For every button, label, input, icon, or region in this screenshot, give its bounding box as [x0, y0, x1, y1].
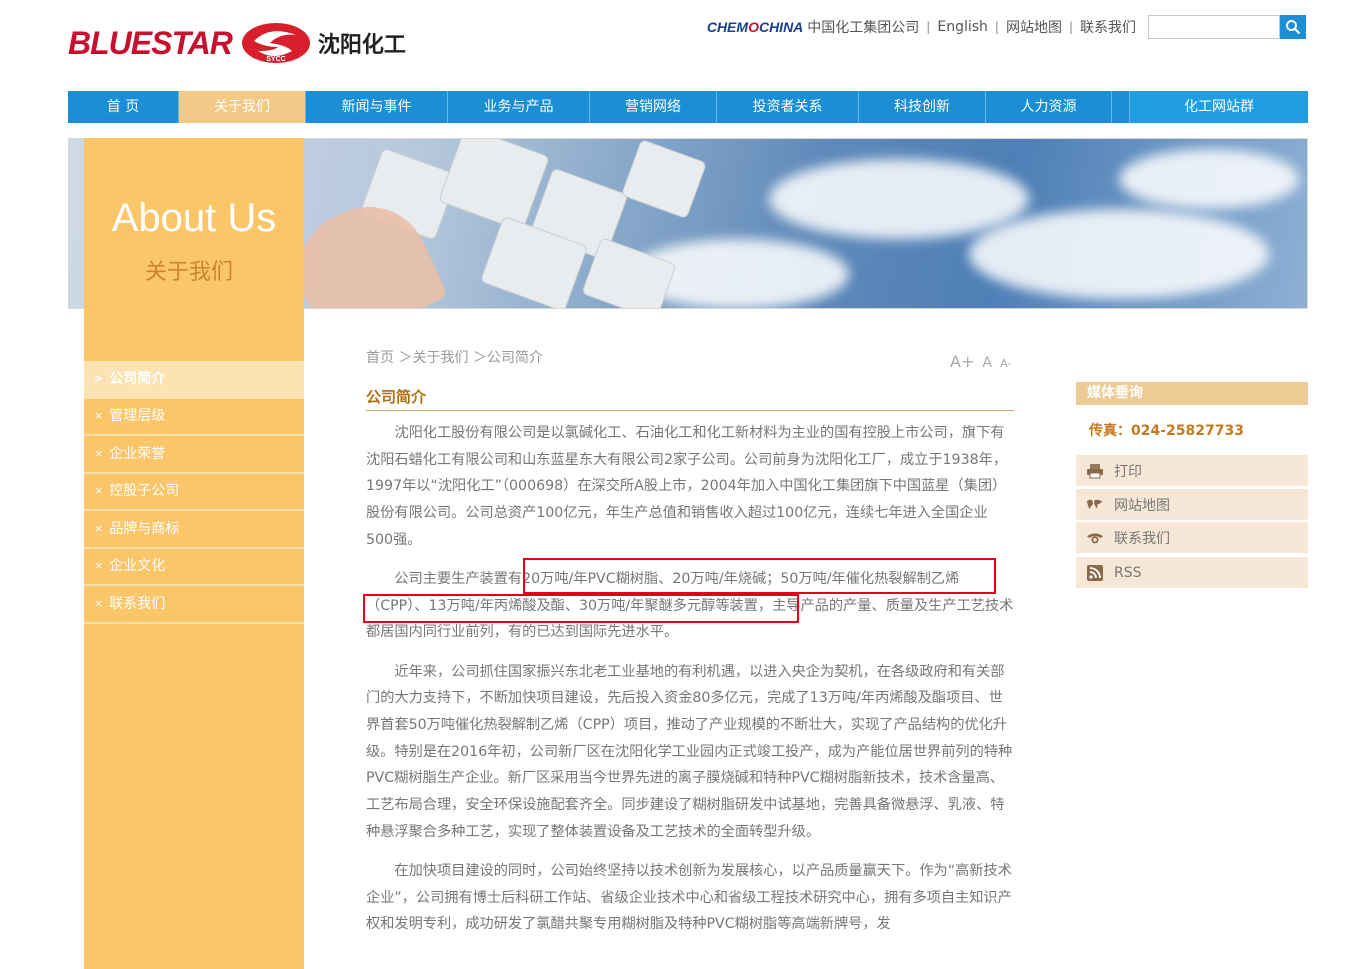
nav-home[interactable]: 首 页 — [68, 91, 179, 123]
main-nav: 首 页 关于我们 新闻与事件 业务与产品 营销网络 投资者关系 科技创新 人力资… — [68, 91, 1308, 123]
search-button[interactable] — [1280, 15, 1306, 39]
side-item-subsidiaries[interactable]: × 控股子公司 — [84, 474, 304, 511]
search-box — [1148, 15, 1306, 39]
breadcrumb[interactable]: 首页 ＞关于我们 ＞公司简介 — [366, 347, 543, 367]
side-item-label: 控股子公司 — [109, 483, 180, 500]
side-menu: > 公司简介 × 管理层级 × 企业荣誉 × 控股子公司 × 品牌与商标 × 企业文化 × 联… — [84, 361, 304, 624]
link-english[interactable]: English — [937, 19, 988, 35]
section-title: 公司简介 — [366, 386, 1014, 411]
nav-marketing[interactable]: 营销网络 — [590, 91, 717, 123]
font-increase-button[interactable]: A+ — [950, 352, 974, 371]
company-name-cn: 沈阳化工 — [317, 33, 406, 58]
side-item-label: 企业荣誉 — [109, 445, 166, 462]
link-contact[interactable]: 联系我们 — [1080, 17, 1136, 37]
rss-link[interactable]: RSS — [1076, 557, 1308, 588]
nav-sites[interactable]: 化工网站群 — [1130, 91, 1308, 123]
paragraph: 公司主要生产装置有20万吨/年PVC糊树脂、20万吨/年烧碱；50万吨/年催化热… — [366, 571, 1014, 641]
sycc-logo-icon: SYCC — [241, 23, 310, 63]
side-item-brands[interactable]: × 品牌与商标 — [84, 511, 304, 549]
nav-hr[interactable]: 人力资源 — [986, 91, 1112, 123]
media-inquiry-title: 媒体垂询 — [1076, 382, 1308, 405]
top-links: CHEMOCHINA 中国化工集团公司 | English | 网站地图 | 联… — [707, 14, 1306, 40]
font-decrease-button[interactable]: A- — [1000, 357, 1011, 370]
article-body: 沈阳化工股份有限公司是以氯碱化工、石油化工和化工新材料为主业的国有控股上市公司，… — [366, 420, 1014, 951]
about-title-en: About Us — [111, 196, 277, 240]
side-item-honors[interactable]: × 企业荣誉 — [84, 436, 304, 474]
phone-icon — [1086, 530, 1104, 546]
contact-link[interactable]: 联系我们 — [1076, 522, 1308, 553]
world-map-icon — [1086, 497, 1104, 513]
divider: | — [926, 20, 931, 34]
side-item-label: 公司简介 — [109, 370, 166, 387]
sitemap-label: 网站地图 — [1114, 497, 1170, 514]
arrow-icon: > — [94, 371, 104, 385]
logo-badge-text: SYCC — [266, 56, 285, 63]
font-size-controls: A+ A A- — [950, 352, 1011, 371]
divider: | — [994, 20, 999, 34]
bullet-icon: × — [94, 484, 104, 498]
font-normal-button[interactable]: A — [982, 355, 992, 371]
paragraph: 在加快项目建设的同时，公司始终坚持以技术创新为发展核心，以产品质量赢天下。作为“… — [366, 863, 1012, 933]
chemchina-logo[interactable]: CHEMOCHINA — [707, 19, 803, 35]
side-item-management[interactable]: × 管理层级 — [84, 399, 304, 436]
nav-business[interactable]: 业务与产品 — [448, 91, 590, 123]
nav-investor[interactable]: 投资者关系 — [717, 91, 859, 123]
bullet-icon: × — [94, 596, 104, 610]
bullet-icon: × — [94, 559, 104, 573]
bullet-icon: × — [94, 521, 104, 535]
side-item-label: 品牌与商标 — [109, 520, 180, 537]
contact-label: 联系我们 — [1114, 530, 1170, 547]
about-title-cn: 关于我们 — [144, 260, 233, 285]
side-item-label: 管理层级 — [109, 408, 166, 425]
printer-icon — [1086, 463, 1104, 479]
print-link[interactable]: 打印 — [1076, 455, 1308, 486]
side-item-label: 联系我们 — [109, 595, 166, 612]
nav-spacer — [1112, 91, 1130, 123]
sitemap-link[interactable]: 网站地图 — [1076, 489, 1308, 520]
side-item-label: 企业文化 — [109, 558, 166, 575]
search-icon — [1286, 20, 1301, 35]
nav-about[interactable]: 关于我们 — [179, 91, 306, 123]
fax-number: 传真：024-25827733 — [1089, 423, 1244, 439]
bullet-icon: × — [94, 446, 104, 460]
brand-name: BLUESTAR — [68, 24, 233, 61]
side-item-culture[interactable]: × 企业文化 — [84, 549, 304, 586]
nav-technology[interactable]: 科技创新 — [859, 91, 986, 123]
rss-icon — [1086, 564, 1104, 581]
divider: | — [1068, 20, 1073, 34]
side-item-company-profile[interactable]: > 公司简介 — [84, 361, 304, 399]
rss-label: RSS — [1114, 564, 1142, 581]
paragraph: 沈阳化工股份有限公司是以氯碱化工、石油化工和化工新材料为主业的国有控股上市公司，… — [366, 425, 1008, 548]
print-label: 打印 — [1114, 463, 1142, 480]
link-chemchina-group[interactable]: 中国化工集团公司 — [807, 17, 919, 37]
bullet-icon: × — [94, 409, 104, 423]
site-logo[interactable]: BLUESTAR SYCC 沈阳化工 — [68, 18, 406, 68]
paragraph: 近年来，公司抓住国家振兴东北老工业基地的有利机遇，以进入央企为契机，在各级政府和… — [366, 663, 1013, 840]
link-sitemap[interactable]: 网站地图 — [1006, 17, 1062, 37]
nav-news[interactable]: 新闻与事件 — [306, 91, 448, 123]
search-input[interactable] — [1148, 15, 1280, 39]
side-item-contact[interactable]: × 联系我们 — [84, 586, 304, 624]
